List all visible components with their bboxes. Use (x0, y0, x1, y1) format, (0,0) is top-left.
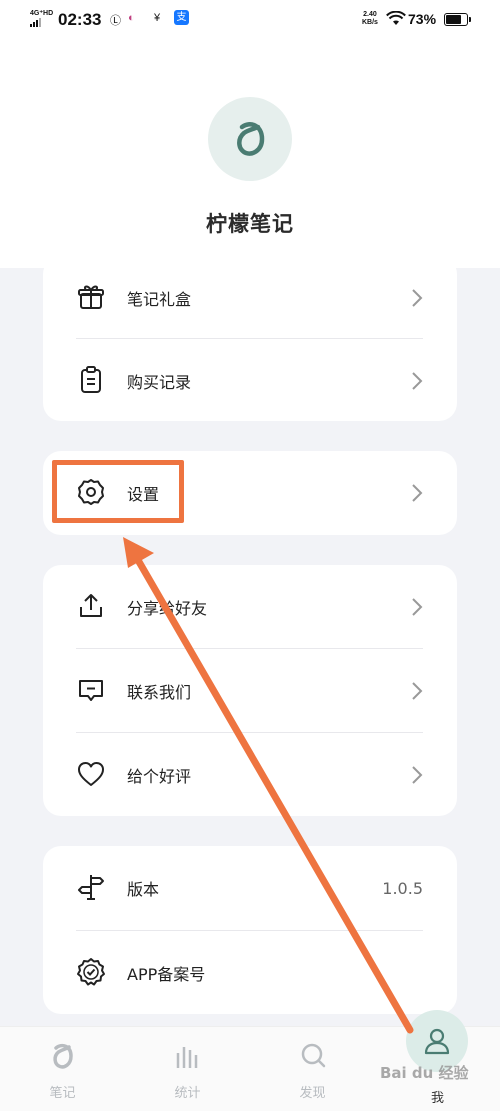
tab-stats-label: 统计 (174, 1086, 201, 1101)
search-icon (301, 1043, 326, 1068)
user-icon (424, 1028, 450, 1055)
tab-discover[interactable]: 发现 (250, 1027, 375, 1111)
speed-unit: KB/s (362, 19, 378, 26)
version-label: 版本 (127, 880, 160, 899)
chevron-right-icon (412, 766, 423, 784)
chevron-right-icon (412, 372, 423, 390)
gift-icon (78, 285, 104, 309)
currency-icon: ¥ (154, 12, 161, 24)
share-icon (80, 594, 102, 617)
profile-header: 4G⁺HD 02:33 Ⓛ ◐ ¥ 支 2.40 KB/s 73% 柠檬笔记 (0, 0, 500, 268)
speed-value: 2.40 (363, 11, 377, 18)
highlight-box (52, 460, 184, 523)
tab-discover-label: 发现 (299, 1086, 326, 1101)
rate-label: 给个好评 (127, 767, 192, 786)
card-about: 版本 1.0.5 APP备案号 (43, 846, 457, 1014)
app-logo (208, 97, 292, 181)
record-label: APP备案号 (127, 965, 206, 984)
card-orders: 笔记礼盒 购买记录 (43, 256, 457, 421)
menu-item-purchase-history[interactable]: 购买记录 (43, 339, 457, 423)
network-type: 4G⁺HD (30, 10, 54, 17)
message-icon (79, 680, 103, 701)
contact-label: 联系我们 (127, 683, 192, 702)
purchase-history-label: 购买记录 (127, 373, 192, 392)
chevron-right-icon (412, 682, 423, 700)
clipboard-icon (81, 366, 101, 393)
menu-item-gift-box[interactable]: 笔记礼盒 (43, 256, 457, 340)
menu-item-share[interactable]: 分享给好友 (43, 565, 457, 649)
wifi-icon (386, 11, 406, 25)
card-social: 分享给好友 联系我们 给个好评 (43, 565, 457, 816)
chevron-right-icon (412, 598, 423, 616)
tab-me-label: 我 (430, 1091, 444, 1106)
watermark: Bai du 经验 (380, 1064, 469, 1082)
alipay-icon: 支 (174, 10, 189, 25)
network-speed: 2.40 KB/s (362, 11, 378, 27)
bar-chart-icon (176, 1047, 198, 1068)
share-label: 分享给好友 (127, 599, 208, 618)
gift-box-label: 笔记礼盒 (127, 290, 192, 309)
heart-icon (78, 762, 104, 786)
notes-icon (53, 1043, 73, 1069)
notification-icon: Ⓛ (110, 15, 121, 27)
badge-check-icon (77, 958, 105, 986)
menu-item-version: 版本 1.0.5 (43, 846, 457, 930)
lemon-logo-icon (237, 122, 265, 156)
tab-stats[interactable]: 统计 (125, 1027, 250, 1111)
tab-notes[interactable]: 笔记 (0, 1027, 125, 1111)
menu-item-contact[interactable]: 联系我们 (43, 649, 457, 733)
chevron-right-icon (412, 484, 423, 502)
battery-percent: 73% (408, 11, 437, 27)
signal-icon (30, 18, 41, 27)
chevron-right-icon (412, 289, 423, 307)
battery-icon (444, 13, 471, 26)
version-value: 1.0.5 (382, 878, 423, 898)
app-name: 柠檬笔记 (206, 212, 294, 236)
status-bar: 4G⁺HD 02:33 Ⓛ ◐ ¥ 支 2.40 KB/s 73% (0, 0, 500, 40)
menu-item-rate[interactable]: 给个好评 (43, 733, 457, 817)
menu-item-record[interactable]: APP备案号 (43, 931, 457, 1015)
tab-notes-label: 笔记 (49, 1086, 76, 1101)
app-notification-icon: ◐ (128, 12, 135, 24)
signpost-icon (78, 875, 104, 900)
clock: 02:33 (58, 10, 102, 29)
